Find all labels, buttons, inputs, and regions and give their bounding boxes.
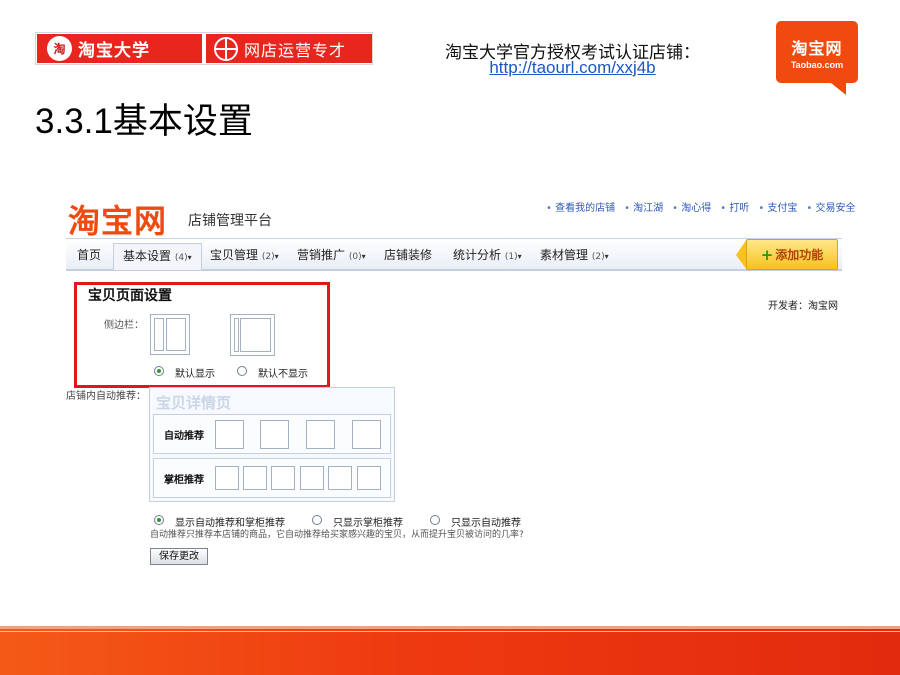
nav-home[interactable]: 首页 <box>77 245 101 266</box>
university-banner: 淘 淘宝大学 网店运营专才 <box>35 32 373 65</box>
recommend-slot <box>243 466 267 490</box>
logo-speech-tail <box>826 79 846 95</box>
nav-shop-decoration[interactable]: 店铺装修 <box>384 245 432 266</box>
add-function-label: 添加功能 <box>775 248 824 262</box>
talent-slogan: 网店运营专才 <box>244 40 347 60</box>
recommend-slot <box>215 466 239 490</box>
item-detail-watermark: 宝贝详情页 <box>156 394 232 412</box>
auto-recommend-label: 店铺内自动推荐： <box>66 391 146 402</box>
recommend-slot <box>215 420 244 449</box>
university-seal-icon: 淘 <box>47 36 72 61</box>
recommend-slot <box>260 420 289 449</box>
shopkeeper-recommend-row-label: 掌柜推荐 <box>164 475 204 486</box>
certification-url[interactable]: http://taourl.com/xxj4b <box>489 58 655 77</box>
platform-logo: 淘宝网 <box>68 202 168 240</box>
taobao-logo-cn: 淘宝网 <box>791 39 843 58</box>
recommend-hint: 自动推荐只推荐本店铺的商品，它自动推荐给买家感兴趣的宝贝，从而提升宝贝被访问的几… <box>150 530 524 540</box>
dropdown-arrow-icon: ▾ <box>517 252 522 261</box>
recommend-slot <box>300 466 324 490</box>
link-my-shop[interactable]: 查看我的店铺 <box>546 199 615 214</box>
nav-marketing[interactable]: 营销推广 (0)▾ <box>297 245 366 266</box>
globe-icon <box>214 36 238 61</box>
plus-icon: + <box>760 245 774 264</box>
platform-name: 店铺管理平台 <box>188 213 272 229</box>
link-taoxinde[interactable]: 淘心得 <box>672 199 711 214</box>
taobao-university-badge: 淘 淘宝大学 <box>37 34 202 63</box>
recommend-slot <box>328 466 352 490</box>
certification-link[interactable]: http://taourl.com/xxj4b <box>400 58 745 78</box>
dropdown-arrow-icon: ▾ <box>274 252 279 261</box>
nav-assets[interactable]: 素材管理 (2)▾ <box>540 245 609 266</box>
link-alipay[interactable]: 支付宝 <box>758 199 797 214</box>
auto-recommend-row: 自动推荐 <box>153 414 391 454</box>
footer-stripe <box>0 626 900 629</box>
save-changes-button[interactable]: 保存更改 <box>150 548 208 565</box>
nav-statistics[interactable]: 统计分析 (1)▾ <box>453 245 522 266</box>
radio-show-both[interactable] <box>154 515 164 525</box>
dropdown-arrow-icon: ▾ <box>604 252 609 261</box>
radio-auto-only[interactable] <box>430 515 440 525</box>
dropdown-arrow-icon: ▾ <box>187 253 192 262</box>
dropdown-arrow-icon: ▾ <box>361 252 366 261</box>
developer-info: 开发者：淘宝网 <box>768 301 838 312</box>
ecommerce-talent-badge: 网店运营专才 <box>206 34 372 63</box>
nav-basic-settings[interactable]: 基本设置 (4)▾ <box>113 243 202 270</box>
link-taojianghu[interactable]: 淘江湖 <box>624 199 663 214</box>
footer-bar <box>0 626 900 675</box>
recommend-slot <box>352 420 381 449</box>
top-links: 查看我的店铺 淘江湖 淘心得 打听 支付宝 交易安全 <box>546 199 864 214</box>
recommend-slot <box>271 466 295 490</box>
add-function-button[interactable]: + 添加功能 <box>746 239 838 270</box>
university-name: 淘宝大学 <box>78 41 150 61</box>
radio-shopkeeper-only[interactable] <box>312 515 322 525</box>
slide-title: 3.3.1基本设置 <box>35 102 253 141</box>
footer-stripe-thin <box>0 631 900 632</box>
taobao-logo: 淘宝网 Taobao.com <box>776 21 858 83</box>
taobao-logo-en: Taobao.com <box>790 60 844 70</box>
recommend-slot <box>306 420 335 449</box>
nav-item-management[interactable]: 宝贝管理 (2)▾ <box>210 245 279 266</box>
recommend-slot <box>357 466 381 490</box>
auto-recommend-row-label: 自动推荐 <box>164 431 204 442</box>
link-dating[interactable]: 打听 <box>720 199 749 214</box>
highlight-box <box>74 282 330 388</box>
link-trade-safety[interactable]: 交易安全 <box>806 199 855 214</box>
shopkeeper-recommend-row: 掌柜推荐 <box>153 458 391 498</box>
main-nav: 首页 基本设置 (4)▾ 宝贝管理 (2)▾ 营销推广 (0)▾ 店铺装修 统计… <box>66 238 842 271</box>
